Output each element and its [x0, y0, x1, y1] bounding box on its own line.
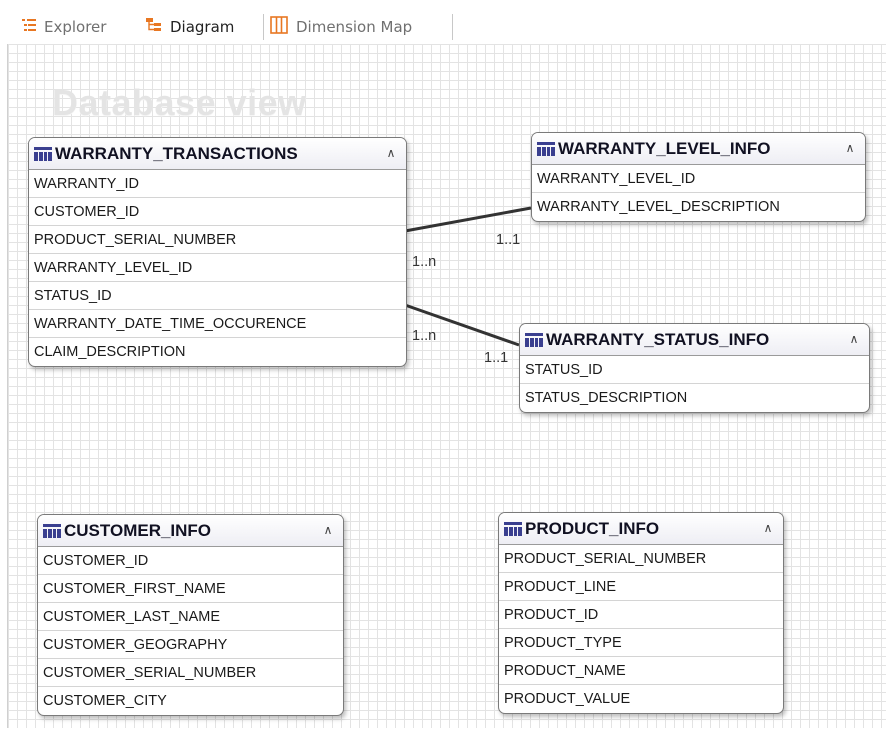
table-column[interactable]: PRODUCT_SERIAL_NUMBER: [499, 545, 783, 573]
table-warranty-level-info[interactable]: WARRANTY_LEVEL_INFO ∧ WARRANTY_LEVEL_ID …: [531, 132, 866, 222]
table-column[interactable]: STATUS_DESCRIPTION: [520, 384, 869, 412]
table-icon: [43, 523, 61, 538]
table-name: CUSTOMER_INFO: [64, 520, 212, 540]
table-column[interactable]: CUSTOMER_ID: [29, 198, 406, 226]
table-header[interactable]: WARRANTY_STATUS_INFO ∧: [520, 324, 869, 356]
table-column[interactable]: CUSTOMER_SERIAL_NUMBER: [38, 659, 343, 687]
table-column[interactable]: STATUS_ID: [520, 356, 869, 384]
table-column[interactable]: CUSTOMER_ID: [38, 547, 343, 575]
collapse-icon[interactable]: ∧: [321, 522, 335, 538]
table-icon: [34, 146, 52, 161]
table-column[interactable]: WARRANTY_DATE_TIME_OCCURENCE: [29, 310, 406, 338]
table-column[interactable]: CUSTOMER_CITY: [38, 687, 343, 715]
table-column[interactable]: CLAIM_DESCRIPTION: [29, 338, 406, 366]
table-column[interactable]: WARRANTY_LEVEL_ID: [532, 165, 865, 193]
collapse-icon[interactable]: ∧: [384, 145, 398, 161]
table-icon: [525, 332, 543, 347]
collapse-icon[interactable]: ∧: [843, 140, 857, 156]
table-name: WARRANTY_TRANSACTIONS: [55, 143, 298, 163]
collapse-icon[interactable]: ∧: [761, 520, 775, 536]
table-column[interactable]: STATUS_ID: [29, 282, 406, 310]
table-header[interactable]: WARRANTY_TRANSACTIONS ∧: [29, 138, 406, 170]
table-icon: [537, 141, 555, 156]
table-name: WARRANTY_STATUS_INFO: [546, 329, 770, 349]
table-column[interactable]: WARRANTY_ID: [29, 170, 406, 198]
relation-line-warranty-level[interactable]: [404, 206, 532, 233]
table-warranty-status-info[interactable]: WARRANTY_STATUS_INFO ∧ STATUS_ID STATUS_…: [519, 323, 870, 413]
cardinality-label: 1..1: [496, 232, 521, 248]
table-column[interactable]: WARRANTY_LEVEL_DESCRIPTION: [532, 193, 865, 221]
table-header[interactable]: PRODUCT_INFO ∧: [499, 513, 783, 545]
table-name: PRODUCT_INFO: [525, 518, 660, 538]
table-warranty-transactions[interactable]: WARRANTY_TRANSACTIONS ∧ WARRANTY_ID CUST…: [28, 137, 407, 367]
cardinality-label: 1..n: [412, 254, 437, 270]
table-column[interactable]: PRODUCT_VALUE: [499, 685, 783, 713]
table-name: WARRANTY_LEVEL_INFO: [558, 138, 771, 158]
table-column[interactable]: CUSTOMER_LAST_NAME: [38, 603, 343, 631]
table-product-info[interactable]: PRODUCT_INFO ∧ PRODUCT_SERIAL_NUMBER PRO…: [498, 512, 784, 714]
table-header[interactable]: WARRANTY_LEVEL_INFO ∧: [532, 133, 865, 165]
table-column[interactable]: PRODUCT_ID: [499, 601, 783, 629]
table-column[interactable]: PRODUCT_TYPE: [499, 629, 783, 657]
cardinality-label: 1..1: [484, 350, 509, 366]
table-column[interactable]: CUSTOMER_GEOGRAPHY: [38, 631, 343, 659]
cardinality-label: 1..n: [412, 328, 437, 344]
table-column[interactable]: WARRANTY_LEVEL_ID: [29, 254, 406, 282]
table-column[interactable]: CUSTOMER_FIRST_NAME: [38, 575, 343, 603]
table-column[interactable]: PRODUCT_SERIAL_NUMBER: [29, 226, 406, 254]
table-icon: [504, 521, 522, 536]
table-customer-info[interactable]: CUSTOMER_INFO ∧ CUSTOMER_ID CUSTOMER_FIR…: [37, 514, 344, 716]
table-column[interactable]: PRODUCT_LINE: [499, 573, 783, 601]
collapse-icon[interactable]: ∧: [847, 331, 861, 347]
table-header[interactable]: CUSTOMER_INFO ∧: [38, 515, 343, 547]
table-column[interactable]: PRODUCT_NAME: [499, 657, 783, 685]
